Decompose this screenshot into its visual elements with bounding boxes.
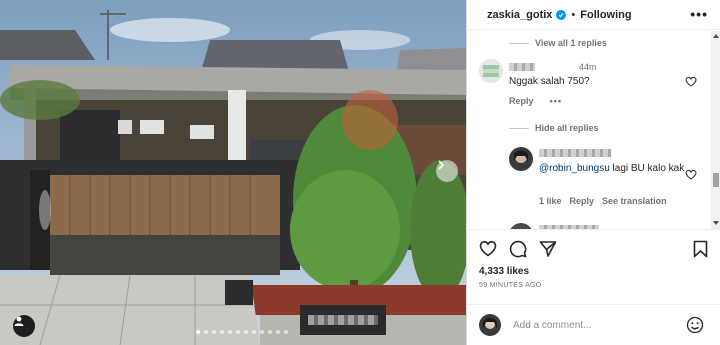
- carousel-dot[interactable]: [196, 330, 200, 334]
- carousel-dot[interactable]: [212, 330, 216, 334]
- reply-author-avatar[interactable]: [509, 147, 533, 171]
- commenter-avatar[interactable]: [479, 59, 503, 83]
- following-button[interactable]: Following: [580, 9, 631, 21]
- post-photo: [0, 0, 466, 345]
- comments-list: View all 1 replies 44m Nggak salah 750? …: [467, 31, 711, 229]
- carousel-dot[interactable]: [228, 330, 232, 334]
- blurred-overlay-label: [300, 305, 386, 335]
- see-translation-link[interactable]: See translation: [602, 196, 667, 206]
- tagged-users-button[interactable]: [13, 315, 35, 337]
- scroll-down-arrow-icon[interactable]: [713, 221, 719, 225]
- thread-line: [509, 43, 529, 45]
- carousel-dot[interactable]: [260, 330, 264, 334]
- reply-button[interactable]: Reply: [509, 96, 534, 106]
- post-sidebar: zaskia_gotix • Following ••• View all 1 …: [466, 0, 720, 345]
- comment-text: Nggak salah 750?: [509, 76, 590, 87]
- add-comment-input[interactable]: [513, 317, 683, 333]
- carousel-dot[interactable]: [284, 330, 288, 334]
- hide-replies-label: Hide all replies: [535, 123, 599, 133]
- verified-badge-icon: [556, 9, 567, 20]
- reply-like-count[interactable]: 1 like: [539, 196, 562, 206]
- comment-icon[interactable]: [509, 240, 527, 263]
- comment-like-icon[interactable]: [685, 76, 697, 90]
- save-bookmark-icon[interactable]: [693, 240, 708, 263]
- author-username[interactable]: zaskia_gotix: [487, 9, 552, 21]
- scroll-thumb[interactable]: [713, 173, 719, 187]
- current-user-avatar: [479, 314, 501, 336]
- post-header: zaskia_gotix • Following: [467, 0, 720, 30]
- carousel-dot[interactable]: [268, 330, 272, 334]
- header-separator: •: [571, 8, 576, 21]
- post-actions-bar: [467, 229, 720, 271]
- reply-text: @robin_bungsu lagi BU kalo kak: [539, 162, 687, 176]
- reply-body: lagi BU kalo kak: [609, 163, 685, 174]
- emoji-icon[interactable]: [686, 316, 704, 339]
- post-timestamp[interactable]: 59 MINUTES AGO: [479, 282, 542, 289]
- reply-reply-button[interactable]: Reply: [570, 196, 595, 206]
- commenter-username-blurred: [509, 63, 535, 71]
- carousel-dot[interactable]: [276, 330, 280, 334]
- more-options-icon[interactable]: •••: [690, 7, 708, 21]
- reply-username-blurred: [539, 149, 611, 157]
- comments-scrollbar[interactable]: [711, 31, 720, 229]
- like-icon[interactable]: [479, 240, 497, 262]
- chevron-right-icon: [438, 160, 445, 170]
- scroll-up-arrow-icon[interactable]: [713, 34, 719, 38]
- carousel-dot[interactable]: [236, 330, 240, 334]
- thread-line: [509, 128, 529, 130]
- carousel-dot[interactable]: [244, 330, 248, 334]
- house-photo: [0, 0, 466, 345]
- carousel-dot[interactable]: [252, 330, 256, 334]
- reply-actions: 1 like Reply See translation: [539, 196, 667, 206]
- person-icon: [14, 316, 24, 326]
- like-count[interactable]: 4,333 likes: [479, 266, 529, 277]
- share-icon[interactable]: [539, 240, 557, 263]
- comment-actions: Reply •••: [509, 96, 562, 106]
- hide-replies-link[interactable]: Hide all replies: [509, 123, 599, 133]
- carousel-indicator: [196, 330, 288, 334]
- reply-mention-link[interactable]: @robin_bungsu: [539, 163, 610, 174]
- reply-like-icon[interactable]: [685, 169, 697, 183]
- carousel-dot[interactable]: [220, 330, 224, 334]
- comment-options-icon[interactable]: •••: [550, 96, 562, 106]
- carousel-dot[interactable]: [204, 330, 208, 334]
- view-replies-link[interactable]: View all 1 replies: [509, 38, 607, 48]
- comment-time: 44m: [579, 62, 597, 72]
- next-slide-button[interactable]: [436, 160, 458, 182]
- view-replies-label: View all 1 replies: [535, 38, 607, 48]
- comment-composer: [467, 304, 720, 345]
